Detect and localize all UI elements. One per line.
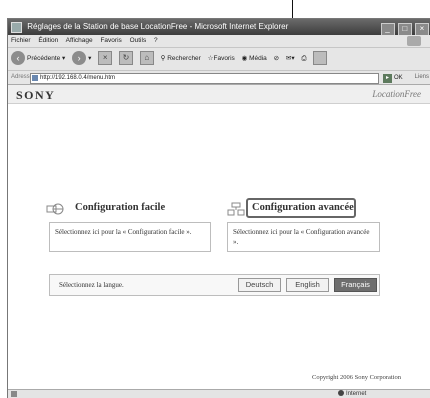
globe-icon [338,390,344,397]
advanced-setup-icon [227,202,245,216]
print-button[interactable]: ⎙ [301,48,306,70]
media-label: Média [249,55,267,62]
address-url: http://192.168.0.4/menu.htm [40,75,116,81]
status-page-icon [11,391,17,397]
advanced-setup-description: Sélectionnez ici pour la « Configuration… [233,228,370,246]
search-label: Rechercher [167,55,201,62]
menu-bar: Fichier Édition Affichage Favoris Outils… [8,35,430,48]
advanced-setup-box[interactable]: Sélectionnez ici pour la « Configuration… [227,222,380,252]
go-label: OK [394,75,403,81]
menu-file[interactable]: Fichier [11,37,31,44]
menu-favorites[interactable]: Favoris [100,37,121,44]
address-bar: Adresse http://192.168.0.4/menu.htm ▸ OK … [8,71,430,85]
print-icon: ⎙ [301,55,307,62]
language-panel: Sélectionnez la langue. Deutsch English … [49,274,380,296]
history-button[interactable]: ⊘ [274,48,279,70]
media-button[interactable]: ◉ Média [242,48,267,70]
mail-button[interactable]: ✉▾ [286,48,295,70]
go-arrow-icon: ▸ [383,74,392,83]
back-label: Précédente [27,55,61,62]
easy-setup-description: Sélectionnez ici pour la « Configuration… [55,228,192,236]
mail-icon: ✉ [285,55,292,62]
favorites-label: Favoris [213,55,235,62]
language-francais-button[interactable]: Français [334,278,377,292]
menu-edit[interactable]: Édition [38,37,58,44]
edit-button[interactable] [313,48,328,70]
go-button[interactable]: ▸ OK [383,72,403,85]
history-icon: ⊘ [273,55,280,62]
windows-logo-icon [407,36,421,46]
home-button[interactable]: ⌂ [139,48,154,70]
search-icon: ⚲ [160,55,166,62]
links-button[interactable]: Liens [415,71,429,84]
favorites-button[interactable]: ☆Favoris [208,48,235,70]
page-header: SONY LocationFree [8,85,430,104]
language-label: Sélectionnez la langue. [59,281,124,289]
locationfree-logo: LocationFree [372,89,421,99]
page-icon [32,75,38,81]
menu-tools[interactable]: Outils [130,37,147,44]
window-title: Réglages de la Station de base LocationF… [27,22,289,31]
easy-setup-link[interactable]: Configuration facile [75,202,165,213]
browser-window: Réglages de la Station de base LocationF… [7,18,430,398]
refresh-button[interactable]: ↻ [119,48,134,70]
easy-setup-box[interactable]: Sélectionnez ici pour la « Configuration… [49,222,211,252]
media-icon: ◉ [241,55,248,62]
toolbar: ‹ Précédente ▾ › ▾ × ↻ ⌂ ⚲ Rechercher ☆Fav… [8,48,430,71]
back-button[interactable]: ‹ Précédente ▾ [11,48,65,70]
advanced-setup-link[interactable]: Configuration avancée [252,202,354,213]
sony-logo: SONY [16,88,56,102]
ie-icon [11,22,22,33]
menu-view[interactable]: Affichage [66,37,93,44]
refresh-icon: ↻ [119,51,134,66]
home-icon: ⌂ [139,51,154,66]
search-button[interactable]: ⚲ Rechercher [161,48,201,70]
title-bar: Réglages de la Station de base LocationF… [8,19,430,36]
back-arrow-icon: ‹ [11,51,25,66]
language-deutsch-button[interactable]: Deutsch [238,278,281,292]
language-english-button[interactable]: English [286,278,329,292]
forward-button[interactable]: › ▾ [72,48,91,70]
stop-button[interactable]: × [98,48,113,70]
zone-label: Internet [346,391,367,397]
page-content: SONY LocationFree Configuration facile S… [8,85,430,389]
stop-icon: × [98,51,113,66]
edit-icon [313,51,328,66]
menu-help[interactable]: ? [154,37,158,44]
copyright-text: Copyright 2006 Sony Corporation [312,374,402,381]
forward-arrow-icon: › [72,51,87,66]
address-input[interactable]: http://192.168.0.4/menu.htm [30,73,379,84]
easy-setup-icon [46,203,64,215]
